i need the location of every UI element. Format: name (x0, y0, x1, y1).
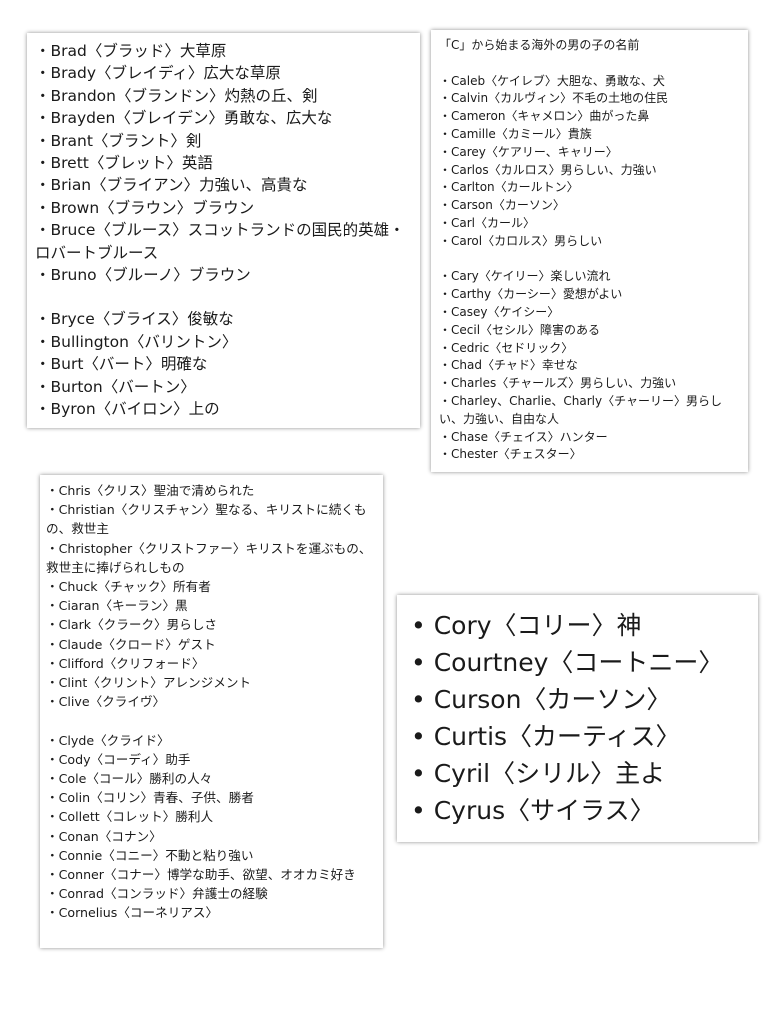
name-entry: ・Brandon〈ブランドン〉灼熱の丘、剣 (35, 86, 318, 105)
name-list: ・Clyde〈クライド〉・Cody〈コーディ〉助手・Cole〈コール〉勝利の人々… (46, 731, 377, 923)
names-card-c-part2: ・Chris〈クリス〉聖油で清められた・Christian〈クリスチャン〉聖なる… (40, 475, 383, 948)
name-entry: ・Christian〈クリスチャン〉聖なる、キリストに続くもの、救世主 (46, 502, 367, 537)
name-entry: ・Cornelius〈コーネリアス〉 (46, 905, 219, 921)
name-entry: ・Chase〈チェイス〉ハンター (439, 429, 608, 444)
name-entry: ・Claude〈クロード〉ゲスト (46, 636, 216, 652)
name-entry: ・Bryce〈ブライス〉俊敏な (35, 310, 234, 329)
name-entry: ・Byron〈バイロン〉上の (35, 400, 220, 419)
name-entry: • Cyrus〈サイラス〉 (411, 796, 655, 825)
name-entry: ・Bruce〈ブルース〉スコットランドの国民的英雄・ロバートブルース (35, 221, 405, 262)
name-entry: ・Connie〈コニー〉不動と粘り強い (46, 847, 254, 863)
name-list: ・Cary〈ケイリー〉楽しい流れ ・Carthy〈カーシー〉愛想がよい ・Casey… (439, 268, 740, 464)
names-card-c-part1: 「C」から始まる海外の男の子の名前 ・Caleb〈ケイレブ〉大胆な、勇敢な、犬・… (431, 30, 748, 472)
name-entry: ・Brayden〈ブレイデン〉勇敢な、広大な (35, 109, 333, 128)
name-entry: ・Burt〈バート〉明確な (35, 355, 208, 374)
name-entry: ・Carson〈カーソン〉 (439, 198, 565, 213)
name-list: ・Chris〈クリス〉聖油で清められた・Christian〈クリスチャン〉聖なる… (46, 481, 377, 711)
card-title: 「C」から始まる海外の男の子の名前 (439, 38, 640, 52)
name-entry: ・Clint〈クリント〉アレンジメント (46, 675, 252, 691)
name-entry: ・Brown〈ブラウン〉ブラウン (35, 198, 255, 217)
name-entry: ・Collett〈コレット〉勝利人 (46, 809, 214, 825)
name-list: ・Brad〈ブラッド〉大草原・Brady〈ブレイディ〉広大な草原・Brandon… (35, 40, 412, 286)
name-list: • Cory〈コリー〉神 • Courtney〈コートニー〉 • Curson〈カー… (411, 607, 748, 829)
name-entry: ・Clyde〈クライド〉 (46, 732, 170, 748)
name-entry: • Cory〈コリー〉神 (411, 611, 642, 640)
name-entry: ・Clark〈クラーク〉男らしさ (46, 617, 218, 633)
name-entry: • Courtney〈コートニー〉 (411, 648, 724, 677)
name-entry: ・Casey〈ケイシー〉 (439, 304, 560, 319)
name-entry: ・Brady〈ブレイディ〉広大な草原 (35, 64, 281, 83)
name-entry: ・Carlton〈カールトン〉 (439, 180, 579, 195)
name-list: ・Bryce〈ブライス〉俊敏な ・Bullington〈バリントン〉 ・Burt〈バ… (35, 308, 412, 420)
name-entry: ・Conan〈コナン〉 (46, 828, 162, 844)
name-entry: ・Chris〈クリス〉聖油で清められた (46, 483, 255, 498)
name-entry: • Cyril〈シリル〉主よ (411, 759, 666, 788)
name-entry: ・Cedric〈セドリック〉 (439, 340, 574, 355)
name-entry: • Curson〈カーソン〉 (411, 685, 672, 714)
name-entry: ・Cary〈ケイリー〉楽しい流れ (439, 269, 611, 284)
name-entry: ・Charles〈チャールズ〉男らしい、力強い (439, 376, 677, 391)
name-entry: ・Clifford〈クリフォード〉 (46, 655, 205, 671)
name-entry: ・Camille〈カミール〉貴族 (439, 126, 592, 141)
names-card-b: ・Brad〈ブラッド〉大草原・Brady〈ブレイディ〉広大な草原・Brandon… (27, 33, 420, 428)
names-card-c-part3: • Cory〈コリー〉神 • Courtney〈コートニー〉 • Curson〈カー… (397, 595, 758, 842)
name-entry: ・Carey〈ケアリー、キャリー〉 (439, 144, 618, 159)
name-entry: ・Caleb〈ケイレブ〉大胆な、勇敢な、犬 (439, 73, 665, 88)
name-entry: ・Brett〈ブレット〉英語 (35, 154, 213, 173)
name-entry: ・Conner〈コナー〉博学な助手、欲望、オオカミ好き (46, 867, 356, 883)
name-entry: ・Christopher〈クリストファー〉キリストを運ぶもの、救世主に捧げられし… (46, 540, 372, 575)
name-entry: ・Ciaran〈キーラン〉黒 (46, 598, 188, 614)
name-entry: ・Carlos〈カルロス〉男らしい、力強い (439, 162, 657, 177)
name-entry: ・Charley、Charlie、Charly〈チャーリー〉男らしい、力強い、自… (439, 393, 723, 426)
name-entry: ・Bullington〈バリントン〉 (35, 332, 238, 351)
name-entry: ・Chester〈チェスター〉 (439, 447, 582, 462)
name-entry: ・Cole〈コール〉勝利の人々 (46, 771, 213, 787)
name-entry: ・Bruno〈ブルーノ〉ブラウン (35, 266, 251, 285)
name-entry: ・Calvin〈カルヴィン〉不毛の土地の住民 (439, 91, 669, 106)
name-entry: ・Conrad〈コンラッド〉弁護士の経験 (46, 886, 268, 902)
name-entry: ・Brant〈ブラント〉剣 (35, 131, 202, 150)
name-entry: ・Carthy〈カーシー〉愛想がよい (439, 287, 623, 302)
name-entry: ・Clive〈クライヴ〉 (46, 694, 166, 710)
name-entry: ・Burton〈バートン〉 (35, 377, 196, 396)
name-entry: • Curtis〈カーティス〉 (411, 722, 681, 751)
name-entry: ・Brian〈ブライアン〉力強い、高貴な (35, 176, 308, 195)
name-entry: ・Chuck〈チャック〉所有者 (46, 579, 211, 595)
name-entry: ・Chad〈チャド〉幸せな (439, 358, 578, 373)
name-entry: ・Colin〈コリン〉青春、子供、勝者 (46, 790, 254, 806)
name-entry: ・Brad〈ブラッド〉大草原 (35, 42, 227, 60)
name-entry: ・Cody〈コーディ〉助手 (46, 751, 191, 767)
name-entry: ・Cecil〈セシル〉障害のある (439, 322, 601, 337)
name-list: ・Caleb〈ケイレブ〉大胆な、勇敢な、犬 ・Calvin〈カルヴィン〉不毛の土地… (439, 73, 740, 251)
name-entry: ・Carol〈カロルス〉男らしい (439, 233, 603, 248)
name-entry: ・Carl〈カール〉 (439, 215, 536, 230)
name-entry: ・Cameron〈キャメロン〉曲がった鼻 (439, 109, 650, 124)
